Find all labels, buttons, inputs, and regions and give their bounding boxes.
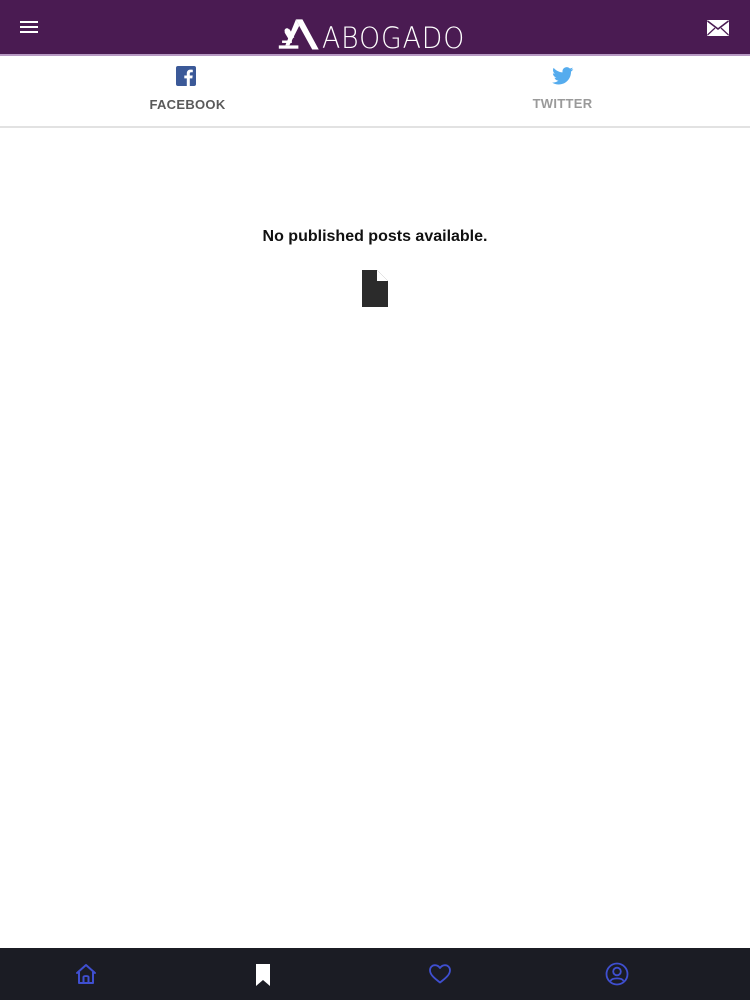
heart-icon[interactable] <box>428 962 452 986</box>
bookmark-icon[interactable] <box>251 963 275 987</box>
document-icon <box>362 270 388 307</box>
app-header: ABOGADO <box>0 0 750 56</box>
brand-name: ABOGADO <box>322 21 466 55</box>
profile-icon[interactable] <box>605 962 629 986</box>
facebook-icon <box>176 66 196 86</box>
bottom-navigation <box>0 948 750 1000</box>
menu-button[interactable] <box>14 14 44 40</box>
home-icon[interactable] <box>74 962 98 986</box>
tab-facebook-label: FACEBOOK <box>149 97 226 112</box>
menu-icon <box>20 21 38 23</box>
brand-logo: ABOGADO <box>278 12 478 54</box>
empty-state: No published posts available. <box>0 228 750 246</box>
empty-message: No published posts available. <box>262 228 488 245</box>
mail-icon[interactable] <box>706 19 730 37</box>
tab-twitter-label: TWITTER <box>532 96 593 111</box>
tab-twitter-button[interactable]: TWITTER <box>375 58 750 126</box>
brand-logo-icon <box>278 19 319 50</box>
twitter-icon <box>551 67 573 85</box>
tab-facebook-button[interactable]: FACEBOOK <box>0 58 375 126</box>
